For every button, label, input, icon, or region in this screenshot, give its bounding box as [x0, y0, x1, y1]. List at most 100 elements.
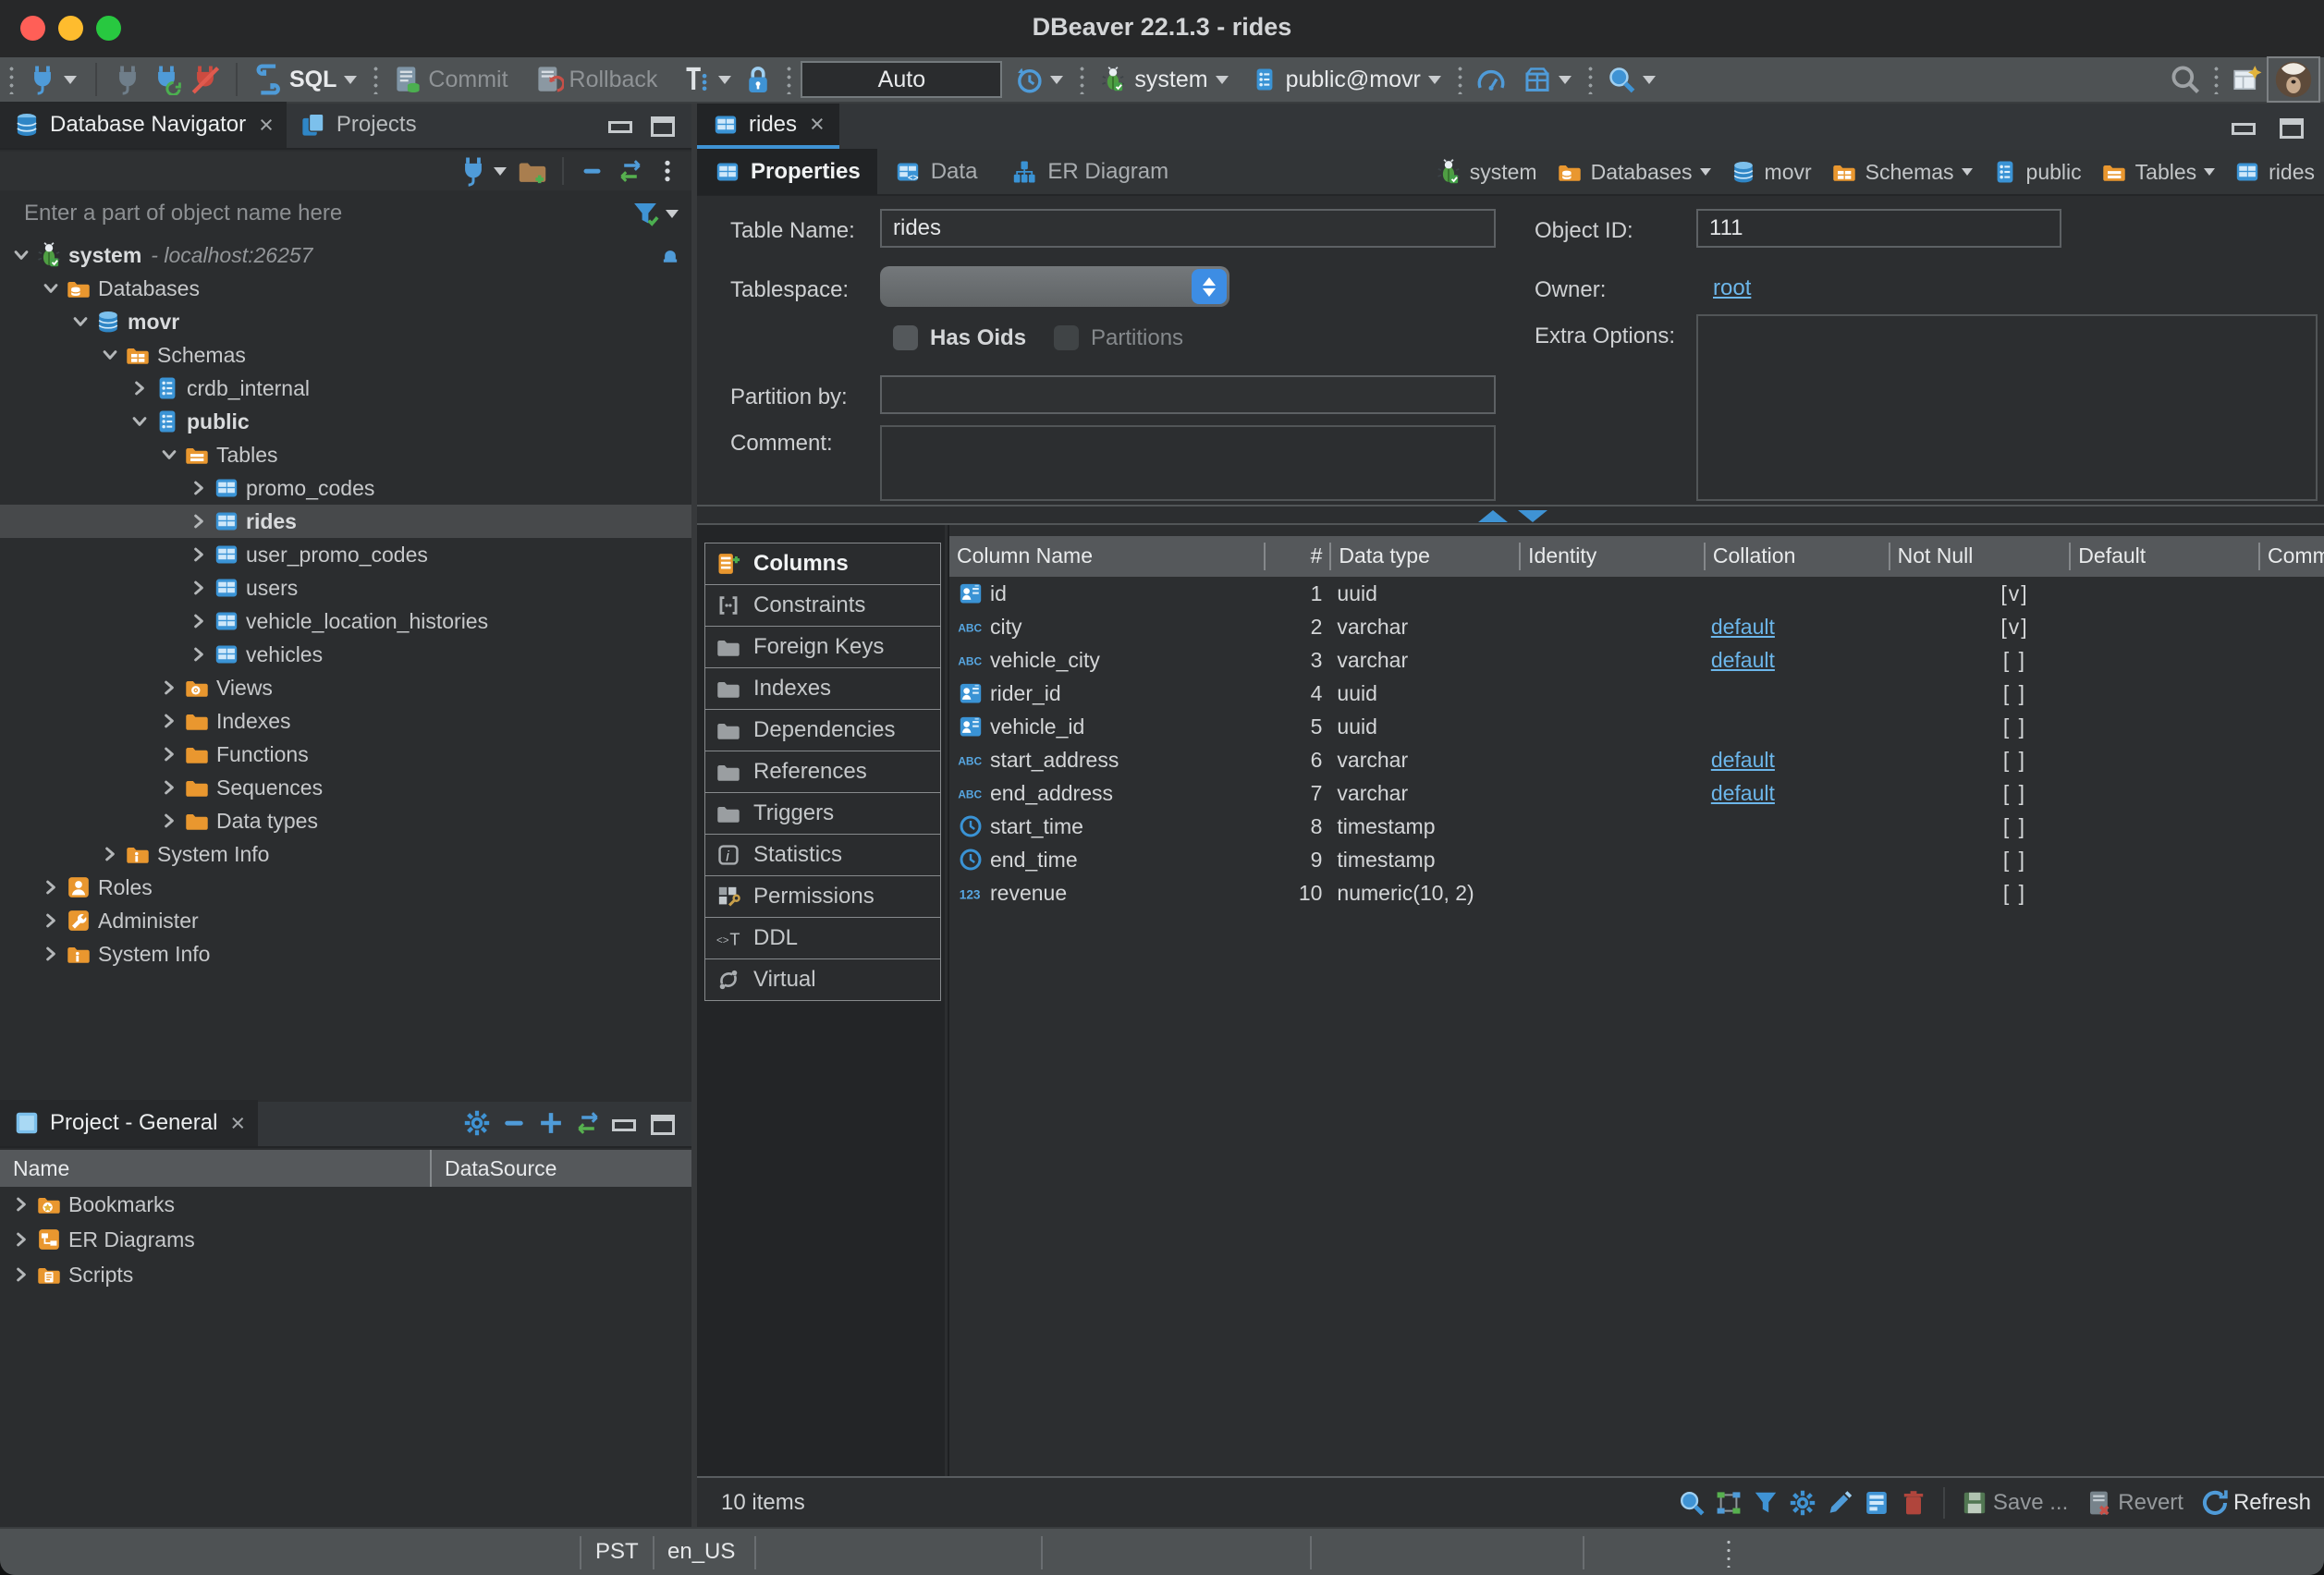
- new-connection-caret[interactable]: [494, 167, 507, 176]
- toolbar-drag-handle[interactable]: [2214, 65, 2219, 94]
- collation-link[interactable]: default: [1711, 748, 1775, 773]
- tree-item-indexes[interactable]: Indexes: [0, 704, 691, 738]
- chevron-collapsed-icon[interactable]: [155, 807, 183, 835]
- grid-settings-icon[interactable]: [1784, 1484, 1821, 1521]
- delete-icon[interactable]: [1895, 1484, 1932, 1521]
- horizontal-sash[interactable]: [697, 505, 2324, 525]
- rollback-button[interactable]: Rollback: [569, 67, 658, 93]
- detail-tab-dependencies[interactable]: Dependencies: [704, 709, 941, 751]
- sql-editor-label[interactable]: SQL: [289, 67, 336, 93]
- detail-tab-columns[interactable]: Columns: [704, 543, 941, 585]
- chevron-collapsed-icon[interactable]: [155, 774, 183, 801]
- transaction-log-icon[interactable]: [1009, 60, 1048, 99]
- grid-row-vehicle_city[interactable]: ABCvehicle_city 3 varchar default [ ]: [949, 643, 2324, 677]
- grid-header--[interactable]: #: [1264, 543, 1330, 571]
- quick-search-icon[interactable]: [2166, 60, 2205, 99]
- chevron-collapsed-icon[interactable]: [185, 541, 213, 568]
- tab-database-navigator[interactable]: Database Navigator ×: [0, 102, 287, 148]
- chevron-expanded-icon[interactable]: [37, 275, 65, 302]
- detail-tab-permissions[interactable]: Permissions: [704, 875, 941, 918]
- chevron-collapsed-icon[interactable]: [7, 1190, 35, 1218]
- minimize-view-icon[interactable]: [612, 1119, 636, 1131]
- detail-tab-statistics[interactable]: iStatistics: [704, 834, 941, 876]
- chevron-expanded-icon[interactable]: [155, 441, 183, 469]
- tree-item-tables[interactable]: Tables: [0, 438, 691, 471]
- toolbar-drag-handle[interactable]: [9, 65, 14, 94]
- grid-row-rider_id[interactable]: rider_id 4 uuid [ ]: [949, 677, 2324, 710]
- grid-header-comm[interactable]: Comm: [2258, 543, 2324, 571]
- close-tab-icon[interactable]: ×: [230, 1109, 245, 1138]
- collapse-all-icon[interactable]: [495, 1105, 532, 1141]
- tab-project-general[interactable]: Project - General ×: [0, 1100, 258, 1146]
- maximize-editor-icon[interactable]: [2280, 118, 2304, 139]
- grid-row-end_time[interactable]: end_time 9 timestamp [ ]: [949, 843, 2324, 876]
- lock-icon[interactable]: [739, 60, 777, 99]
- chevron-expanded-icon[interactable]: [96, 341, 124, 369]
- grid-row-revenue[interactable]: 123revenue 10 numeric(10, 2) [ ]: [949, 876, 2324, 910]
- close-tab-icon[interactable]: ×: [259, 111, 274, 140]
- chevron-collapsed-icon[interactable]: [7, 1226, 35, 1253]
- subtab-data[interactable]: <>Data: [877, 149, 995, 195]
- column-header-datasource[interactable]: DataSource: [430, 1150, 691, 1187]
- save-button[interactable]: Save ...: [1993, 1490, 2068, 1516]
- maximize-view-icon[interactable]: [651, 1115, 675, 1135]
- detail-tab-references[interactable]: References: [704, 751, 941, 793]
- sql-editor-icon[interactable]: [249, 60, 287, 99]
- tree-item-public[interactable]: public: [0, 405, 691, 438]
- breadcrumb-system[interactable]: system: [1435, 158, 1537, 186]
- chevron-collapsed-icon[interactable]: [155, 740, 183, 768]
- search-metadata-icon[interactable]: [1602, 60, 1641, 99]
- breadcrumb-caret-icon[interactable]: [2204, 168, 2215, 176]
- collation-link[interactable]: default: [1711, 615, 1775, 640]
- dashboard-icon[interactable]: [1472, 60, 1511, 99]
- compile-icon[interactable]: [1518, 60, 1557, 99]
- tree-item-roles[interactable]: Roles: [0, 871, 691, 904]
- project-item-er_diagrams[interactable]: ER Diagrams: [0, 1222, 691, 1257]
- edit-icon[interactable]: [1821, 1484, 1858, 1521]
- chevron-collapsed-icon[interactable]: [185, 641, 213, 668]
- statusbar-drag-handle[interactable]: [1727, 1538, 1731, 1568]
- grid-diagram-icon[interactable]: [1710, 1484, 1747, 1521]
- toolbar-drag-handle[interactable]: [1080, 65, 1084, 94]
- filter-caret[interactable]: [666, 210, 679, 218]
- active-schema-caret[interactable]: [1428, 76, 1441, 84]
- search-caret[interactable]: [1643, 76, 1656, 84]
- avatar-frame[interactable]: [2267, 56, 2320, 103]
- chevron-collapsed-icon[interactable]: [126, 374, 153, 402]
- chevron-expanded-icon[interactable]: [7, 241, 35, 269]
- grid-row-end_address[interactable]: ABCend_address 7 varchar default [ ]: [949, 776, 2324, 810]
- chevron-collapsed-icon[interactable]: [155, 674, 183, 702]
- sash-down-icon[interactable]: [1518, 510, 1547, 522]
- chevron-collapsed-icon[interactable]: [37, 907, 65, 934]
- minimize-editor-icon[interactable]: [2232, 123, 2256, 135]
- toolbar-drag-handle[interactable]: [373, 65, 378, 94]
- chevron-collapsed-icon[interactable]: [7, 1261, 35, 1288]
- chevron-expanded-icon[interactable]: [126, 408, 153, 435]
- extra-options-box[interactable]: [1696, 314, 2318, 501]
- grid-header-default[interactable]: Default: [2069, 543, 2258, 571]
- breadcrumb-schemas[interactable]: Schemas: [1830, 158, 1973, 186]
- object-filter-input[interactable]: [0, 200, 627, 227]
- toolbar-drag-handle[interactable]: [1588, 65, 1593, 94]
- tree-item-administer[interactable]: Administer: [0, 904, 691, 937]
- tree-item-schemas[interactable]: Schemas: [0, 338, 691, 372]
- tree-item-users[interactable]: users: [0, 571, 691, 604]
- grid-search-icon[interactable]: [1673, 1484, 1710, 1521]
- column-header-name[interactable]: Name: [0, 1150, 430, 1187]
- breadcrumb-tables[interactable]: Tables: [2100, 158, 2215, 186]
- active-connection-icon[interactable]: [1094, 60, 1132, 99]
- chevron-collapsed-icon[interactable]: [37, 873, 65, 901]
- active-schema-label[interactable]: public@movr: [1286, 67, 1421, 93]
- compile-caret[interactable]: [1559, 76, 1572, 84]
- grid-row-id[interactable]: id 1 uuid [v]: [949, 577, 2324, 610]
- tree-item-views[interactable]: Views: [0, 671, 691, 704]
- table-name-input[interactable]: [880, 209, 1496, 248]
- refresh-button[interactable]: Refresh: [2233, 1490, 2311, 1516]
- active-connection-label[interactable]: system: [1134, 67, 1207, 93]
- transaction-mode-icon[interactable]: [678, 60, 716, 99]
- grid-header-identity[interactable]: Identity: [1519, 543, 1704, 571]
- tree-item-system_info[interactable]: System Info: [0, 837, 691, 871]
- object-id-input[interactable]: [1696, 209, 2061, 248]
- tree-item-system[interactable]: system - localhost:26257: [0, 238, 691, 272]
- commit-button[interactable]: Commit: [428, 67, 508, 93]
